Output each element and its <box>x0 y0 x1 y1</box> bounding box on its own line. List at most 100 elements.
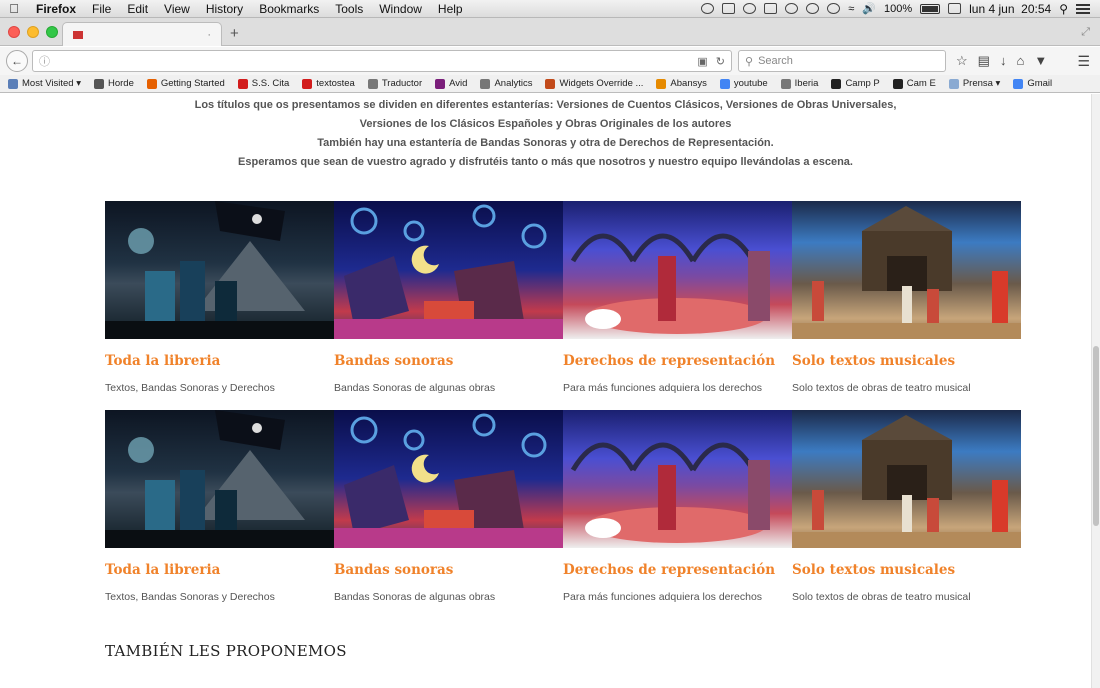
bluetooth-icon[interactable] <box>827 3 841 14</box>
open-menu-icon[interactable]: ☰ <box>1077 53 1090 70</box>
category-title[interactable]: Derechos de representación <box>563 353 775 369</box>
bookmark-item[interactable]: Widgets Override ... <box>545 78 643 89</box>
category-description: Solo textos de obras de teatro musical <box>792 382 971 394</box>
bookmark-favicon-icon <box>656 78 667 89</box>
menu-bookmarks[interactable]: Bookmarks <box>251 2 327 16</box>
bookmark-item[interactable]: Camp P <box>831 78 880 89</box>
close-window-button[interactable] <box>8 26 20 38</box>
site-info-icon[interactable]: ⓘ <box>39 53 50 69</box>
category-title[interactable]: Bandas sonoras <box>334 562 453 578</box>
bookmark-item[interactable]: textostea <box>302 78 355 89</box>
bookmark-favicon-icon <box>545 78 556 89</box>
category-card-musical-texts[interactable]: Solo textos musicales Solo textos de obr… <box>792 201 1021 394</box>
bookmark-item[interactable]: Iberia <box>780 78 818 89</box>
minimize-window-button[interactable] <box>27 26 39 38</box>
category-card-all-library[interactable]: Toda la libreria Textos, Bandas Sonoras … <box>105 410 334 603</box>
bookmark-item[interactable]: Most Visited ▾ <box>8 78 81 89</box>
category-image[interactable] <box>105 201 334 339</box>
downloads-icon[interactable]: ↓ <box>1000 53 1007 69</box>
back-button[interactable]: ← <box>6 50 28 72</box>
tab-close-icon[interactable]: · <box>207 29 211 41</box>
pocket-icon[interactable]: ▼ <box>1034 53 1047 69</box>
bookmark-item[interactable]: Cam E <box>892 78 936 89</box>
clipboard-icon[interactable] <box>764 3 778 14</box>
bookmark-favicon-icon <box>892 78 903 89</box>
category-card-soundtracks[interactable]: Bandas sonoras Bandas Sonoras de algunas… <box>334 410 563 603</box>
category-title[interactable]: Bandas sonoras <box>334 353 453 369</box>
category-image[interactable] <box>334 201 563 339</box>
category-title[interactable]: Derechos de representación <box>563 562 775 578</box>
category-description: Bandas Sonoras de algunas obras <box>334 591 496 603</box>
category-title[interactable]: Toda la libreria <box>105 562 220 578</box>
bookmark-item[interactable]: Prensa ▾ <box>948 78 1000 89</box>
category-image[interactable] <box>563 201 792 339</box>
bookmarks-toolbar: Most Visited ▾ Horde Getting Started S.S. C… <box>0 75 1100 93</box>
bookmark-item[interactable]: Gmail <box>1013 78 1052 89</box>
tab-favicon-icon <box>73 30 83 39</box>
search-bar[interactable]: ⚲ Search <box>738 50 946 72</box>
bookmark-item[interactable]: Abansys <box>656 78 707 89</box>
menu-tools[interactable]: Tools <box>327 2 371 16</box>
bookmark-label: Abansys <box>670 78 707 89</box>
phone-icon[interactable] <box>785 3 799 14</box>
browser-tab-active[interactable]: · <box>62 22 222 46</box>
category-image[interactable] <box>105 410 334 548</box>
clock-text[interactable]: lun 4 jun 20:54 <box>969 2 1051 16</box>
bookmark-item[interactable]: Traductor <box>367 78 422 89</box>
menu-view[interactable]: View <box>156 2 198 16</box>
apple-icon[interactable]:  <box>0 1 28 16</box>
cloud-icon[interactable] <box>701 3 715 14</box>
bookmark-item[interactable]: S.S. Cita <box>237 78 289 89</box>
battery-icon[interactable] <box>920 3 941 14</box>
new-tab-button[interactable]: + <box>230 25 239 42</box>
bookmark-item[interactable]: Avid <box>435 78 467 89</box>
bookmark-star-icon[interactable]: ☆ <box>956 53 968 69</box>
reload-icon[interactable]: ↻ <box>716 55 725 68</box>
category-image[interactable] <box>563 410 792 548</box>
fullscreen-icon[interactable]: ⤢ <box>1081 26 1090 39</box>
category-card-performance-rights[interactable]: Derechos de representación Para más func… <box>563 410 792 603</box>
menu-history[interactable]: History <box>198 2 251 16</box>
url-bar[interactable]: ⓘ ▣ ↻ <box>32 50 732 72</box>
bookmark-item[interactable]: Getting Started <box>146 78 225 89</box>
category-card-performance-rights[interactable]: Derechos de representación Para más func… <box>563 201 792 394</box>
dropbox-icon[interactable] <box>722 3 736 14</box>
menu-app-firefox[interactable]: Firefox <box>28 2 84 16</box>
menu-help[interactable]: Help <box>430 2 471 16</box>
category-image[interactable] <box>792 201 1021 339</box>
bookmark-item[interactable]: Horde <box>93 78 134 89</box>
category-title[interactable]: Solo textos musicales <box>792 353 955 369</box>
category-title[interactable]: Toda la libreria <box>105 353 220 369</box>
page-scrollbar[interactable] <box>1091 94 1100 688</box>
menu-window[interactable]: Window <box>371 2 430 16</box>
search-input[interactable]: Search <box>758 55 793 67</box>
home-icon[interactable]: ⌂ <box>1016 53 1024 69</box>
wifi-icon[interactable]: ≈ <box>848 3 854 15</box>
menu-edit[interactable]: Edit <box>119 2 156 16</box>
category-title[interactable]: Solo textos musicales <box>792 562 955 578</box>
category-card-musical-texts[interactable]: Solo textos musicales Solo textos de obr… <box>792 410 1021 603</box>
bookmark-favicon-icon <box>948 78 959 89</box>
category-image[interactable] <box>792 410 1021 548</box>
bookmark-label: Avid <box>449 78 468 89</box>
zoom-window-button[interactable] <box>46 26 58 38</box>
reader-view-icon[interactable]: ▣ <box>697 55 707 68</box>
spotlight-search-icon[interactable]: ⚲ <box>1059 2 1068 16</box>
time-machine-icon[interactable] <box>806 3 820 14</box>
menu-file[interactable]: File <box>84 2 119 16</box>
bookmark-item[interactable]: Analytics <box>480 78 532 89</box>
bookmark-favicon-icon <box>8 78 18 89</box>
calendar-icon[interactable] <box>948 3 962 14</box>
category-card-soundtracks[interactable]: Bandas sonoras Bandas Sonoras de algunas… <box>334 201 563 394</box>
volume-icon[interactable]: 🔊 <box>862 2 876 15</box>
category-description: Para más funciones adquiera los derechos <box>563 382 763 394</box>
category-description: Textos, Bandas Sonoras y Derechos <box>105 382 275 394</box>
bookmark-favicon-icon <box>302 78 313 89</box>
scrollbar-thumb[interactable] <box>1093 346 1099 526</box>
reading-list-icon[interactable]: ▤ <box>978 53 990 69</box>
category-card-all-library[interactable]: Toda la libreria Textos, Bandas Sonoras … <box>105 201 334 394</box>
sync-icon[interactable] <box>743 3 757 14</box>
notification-center-icon[interactable] <box>1076 3 1090 14</box>
category-image[interactable] <box>334 410 563 548</box>
bookmark-item[interactable]: youtube <box>719 78 768 89</box>
